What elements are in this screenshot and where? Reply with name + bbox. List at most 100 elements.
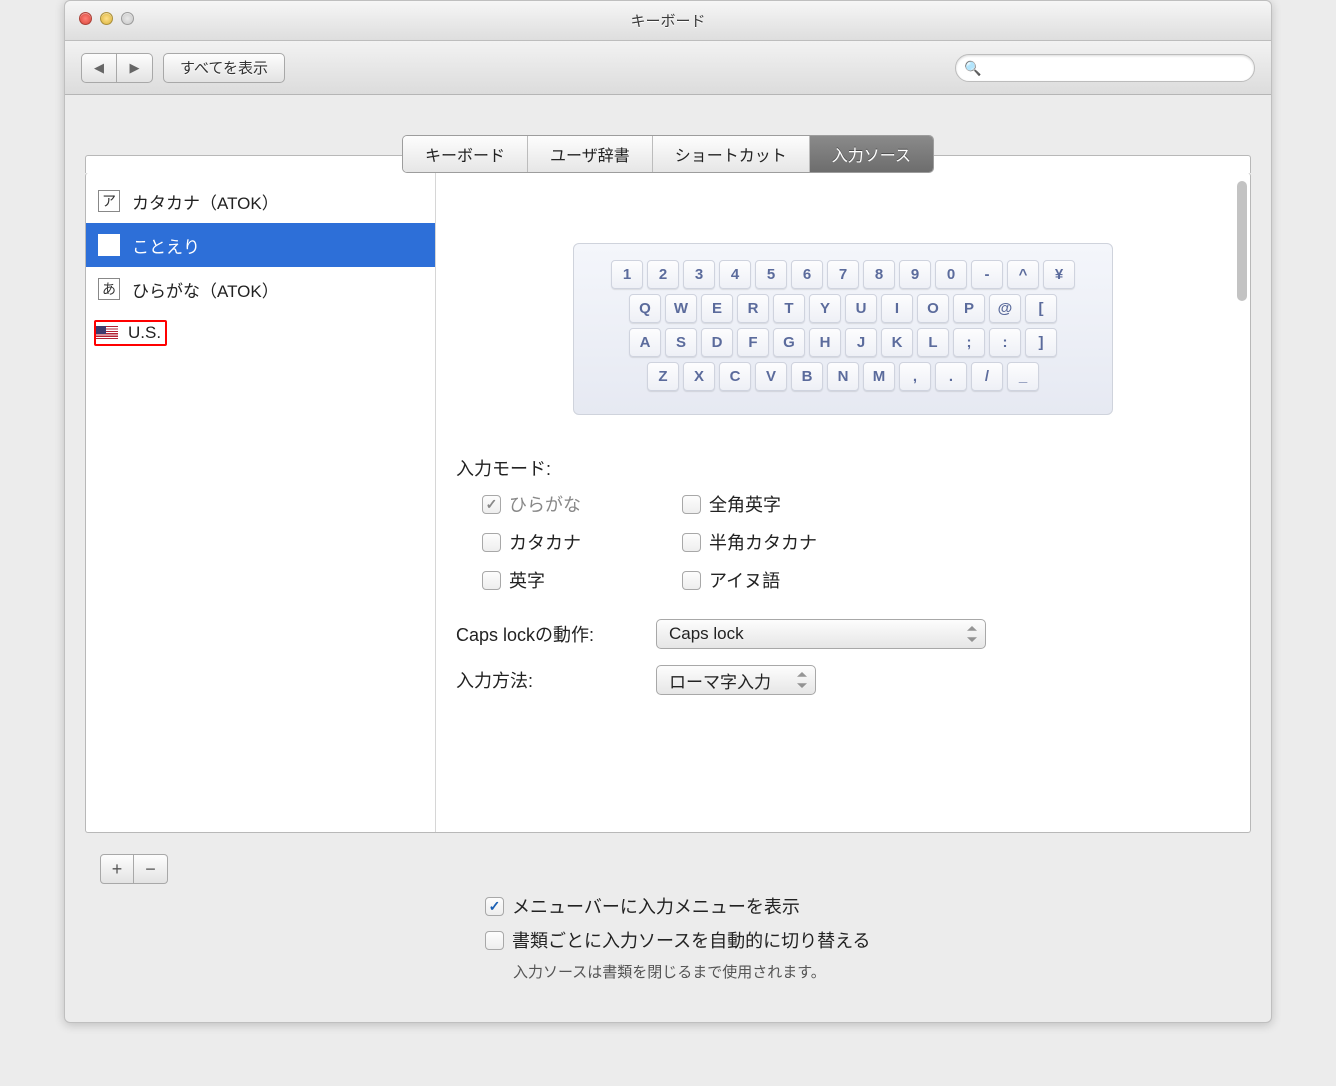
window-title: キーボード (630, 10, 705, 31)
tab-shortcuts[interactable]: ショートカット (653, 136, 810, 172)
keyboard-key: L (917, 328, 949, 357)
capslock-select[interactable]: Caps lock (656, 619, 986, 649)
source-label: ひらがな（ATOK） (132, 277, 279, 302)
footer-options: メニューバーに入力メニューを表示 書類ごとに入力ソースを自動的に切り替える 入力… (485, 893, 1251, 982)
nav-buttons: ◀ ▶ (81, 53, 153, 83)
keyboard-key: J (845, 328, 877, 357)
minimize-icon[interactable] (100, 12, 113, 25)
mode-hankaku-katakana[interactable]: 半角カタカナ (682, 529, 882, 555)
mode-zenkaku-eiji[interactable]: 全角英字 (682, 491, 882, 517)
keyboard-key: S (665, 328, 697, 357)
preferences-window: キーボード ◀ ▶ すべてを表示 🔍 キーボード ユーザ辞書 ショートカット 入… (64, 0, 1272, 1023)
search-field: 🔍 (955, 54, 1255, 82)
show-input-menu-checkbox[interactable]: メニューバーに入力メニューを表示 (485, 893, 1251, 919)
keyboard-key: V (755, 362, 787, 391)
back-button[interactable]: ◀ (81, 53, 117, 83)
search-input[interactable] (955, 54, 1255, 82)
scrollbar-thumb[interactable] (1237, 181, 1247, 301)
source-label: U.S. (128, 323, 161, 343)
input-method-select[interactable]: ローマ字入力 (656, 665, 816, 695)
keyboard-key: 9 (899, 260, 931, 289)
add-remove-controls: + − (100, 854, 168, 884)
keyboard-key: @ (989, 294, 1021, 323)
source-label: カタカナ（ATOK） (132, 189, 279, 214)
keyboard-key: 8 (863, 260, 895, 289)
checkbox-icon (485, 931, 504, 950)
keyboard-key: D (701, 328, 733, 357)
keyboard-key: F (737, 328, 769, 357)
show-all-button[interactable]: すべてを表示 (163, 53, 285, 83)
tab-keyboard[interactable]: キーボード (403, 136, 528, 172)
keyboard-key: C (719, 362, 751, 391)
source-label: ことえり (132, 233, 200, 258)
keyboard-key: I (881, 294, 913, 323)
keyboard-key: - (971, 260, 1003, 289)
keyboard-key: : (989, 328, 1021, 357)
keyboard-key: ¥ (1043, 260, 1075, 289)
keyboard-key: [ (1025, 294, 1057, 323)
source-kotoeri[interactable]: あ ことえり (86, 223, 435, 267)
add-button[interactable]: + (100, 854, 134, 884)
toolbar: ◀ ▶ すべてを表示 🔍 (65, 41, 1271, 95)
checkbox-icon (482, 495, 501, 514)
keyboard-key: P (953, 294, 985, 323)
mode-eiji[interactable]: 英字 (482, 567, 662, 593)
input-mode-label: 入力モード: (456, 455, 1230, 481)
search-icon: 🔍 (964, 60, 981, 77)
highlight-box: U.S. (94, 320, 167, 346)
keyboard-key: W (665, 294, 697, 323)
keyboard-key: R (737, 294, 769, 323)
keyboard-key: 5 (755, 260, 787, 289)
hiragana-icon: あ (98, 234, 120, 256)
mode-hiragana[interactable]: ひらがな (482, 491, 662, 517)
checkbox-icon (482, 571, 501, 590)
keyboard-key: 7 (827, 260, 859, 289)
keyboard-key: ] (1025, 328, 1057, 357)
input-method-label: 入力方法: (456, 667, 656, 693)
auto-switch-checkbox[interactable]: 書類ごとに入力ソースを自動的に切り替える (485, 927, 1251, 953)
keyboard-key: H (809, 328, 841, 357)
close-icon[interactable] (79, 12, 92, 25)
remove-button[interactable]: − (134, 854, 168, 884)
forward-button[interactable]: ▶ (117, 53, 153, 83)
checkbox-icon (682, 571, 701, 590)
keyboard-key: T (773, 294, 805, 323)
checkbox-icon (682, 495, 701, 514)
source-katakana-atok[interactable]: ア カタカナ（ATOK） (86, 179, 435, 223)
detail-pane: 1234567890-^¥ QWERTYUIOP@[ ASDFGHJKL;:] … (436, 173, 1250, 832)
keyboard-key: A (629, 328, 661, 357)
keyboard-key: 0 (935, 260, 967, 289)
keyboard-key: ^ (1007, 260, 1039, 289)
tab-input-sources[interactable]: 入力ソース (810, 136, 933, 172)
titlebar: キーボード (65, 1, 1271, 41)
keyboard-key: 4 (719, 260, 751, 289)
zoom-icon[interactable] (121, 12, 134, 25)
checkbox-icon (682, 533, 701, 552)
keyboard-key: K (881, 328, 913, 357)
keyboard-key: M (863, 362, 895, 391)
keyboard-key: Q (629, 294, 661, 323)
keyboard-key: ; (953, 328, 985, 357)
keyboard-key: 1 (611, 260, 643, 289)
us-flag-icon (96, 326, 118, 341)
keyboard-key: Z (647, 362, 679, 391)
content-panel: ア カタカナ（ATOK） あ ことえり あ ひらがな（ATOK） U.S. (85, 173, 1251, 833)
hiragana-icon: あ (98, 278, 120, 300)
keyboard-key: 2 (647, 260, 679, 289)
checkbox-icon (482, 533, 501, 552)
source-us[interactable]: U.S. (86, 311, 435, 355)
mode-katakana[interactable]: カタカナ (482, 529, 662, 555)
keyboard-key: N (827, 362, 859, 391)
keyboard-preview: 1234567890-^¥ QWERTYUIOP@[ ASDFGHJKL;:] … (573, 243, 1113, 415)
tab-user-dictionary[interactable]: ユーザ辞書 (528, 136, 653, 172)
source-hiragana-atok[interactable]: あ ひらがな（ATOK） (86, 267, 435, 311)
keyboard-key: 6 (791, 260, 823, 289)
input-mode-grid: ひらがな 全角英字 カタカナ 半角カタカナ (482, 491, 1230, 593)
capslock-label: Caps lockの動作: (456, 621, 656, 647)
mode-ainu[interactable]: アイヌ語 (682, 567, 882, 593)
keyboard-key: U (845, 294, 877, 323)
keyboard-key: Y (809, 294, 841, 323)
keyboard-key: B (791, 362, 823, 391)
window-controls (79, 12, 134, 25)
checkbox-icon (485, 897, 504, 916)
